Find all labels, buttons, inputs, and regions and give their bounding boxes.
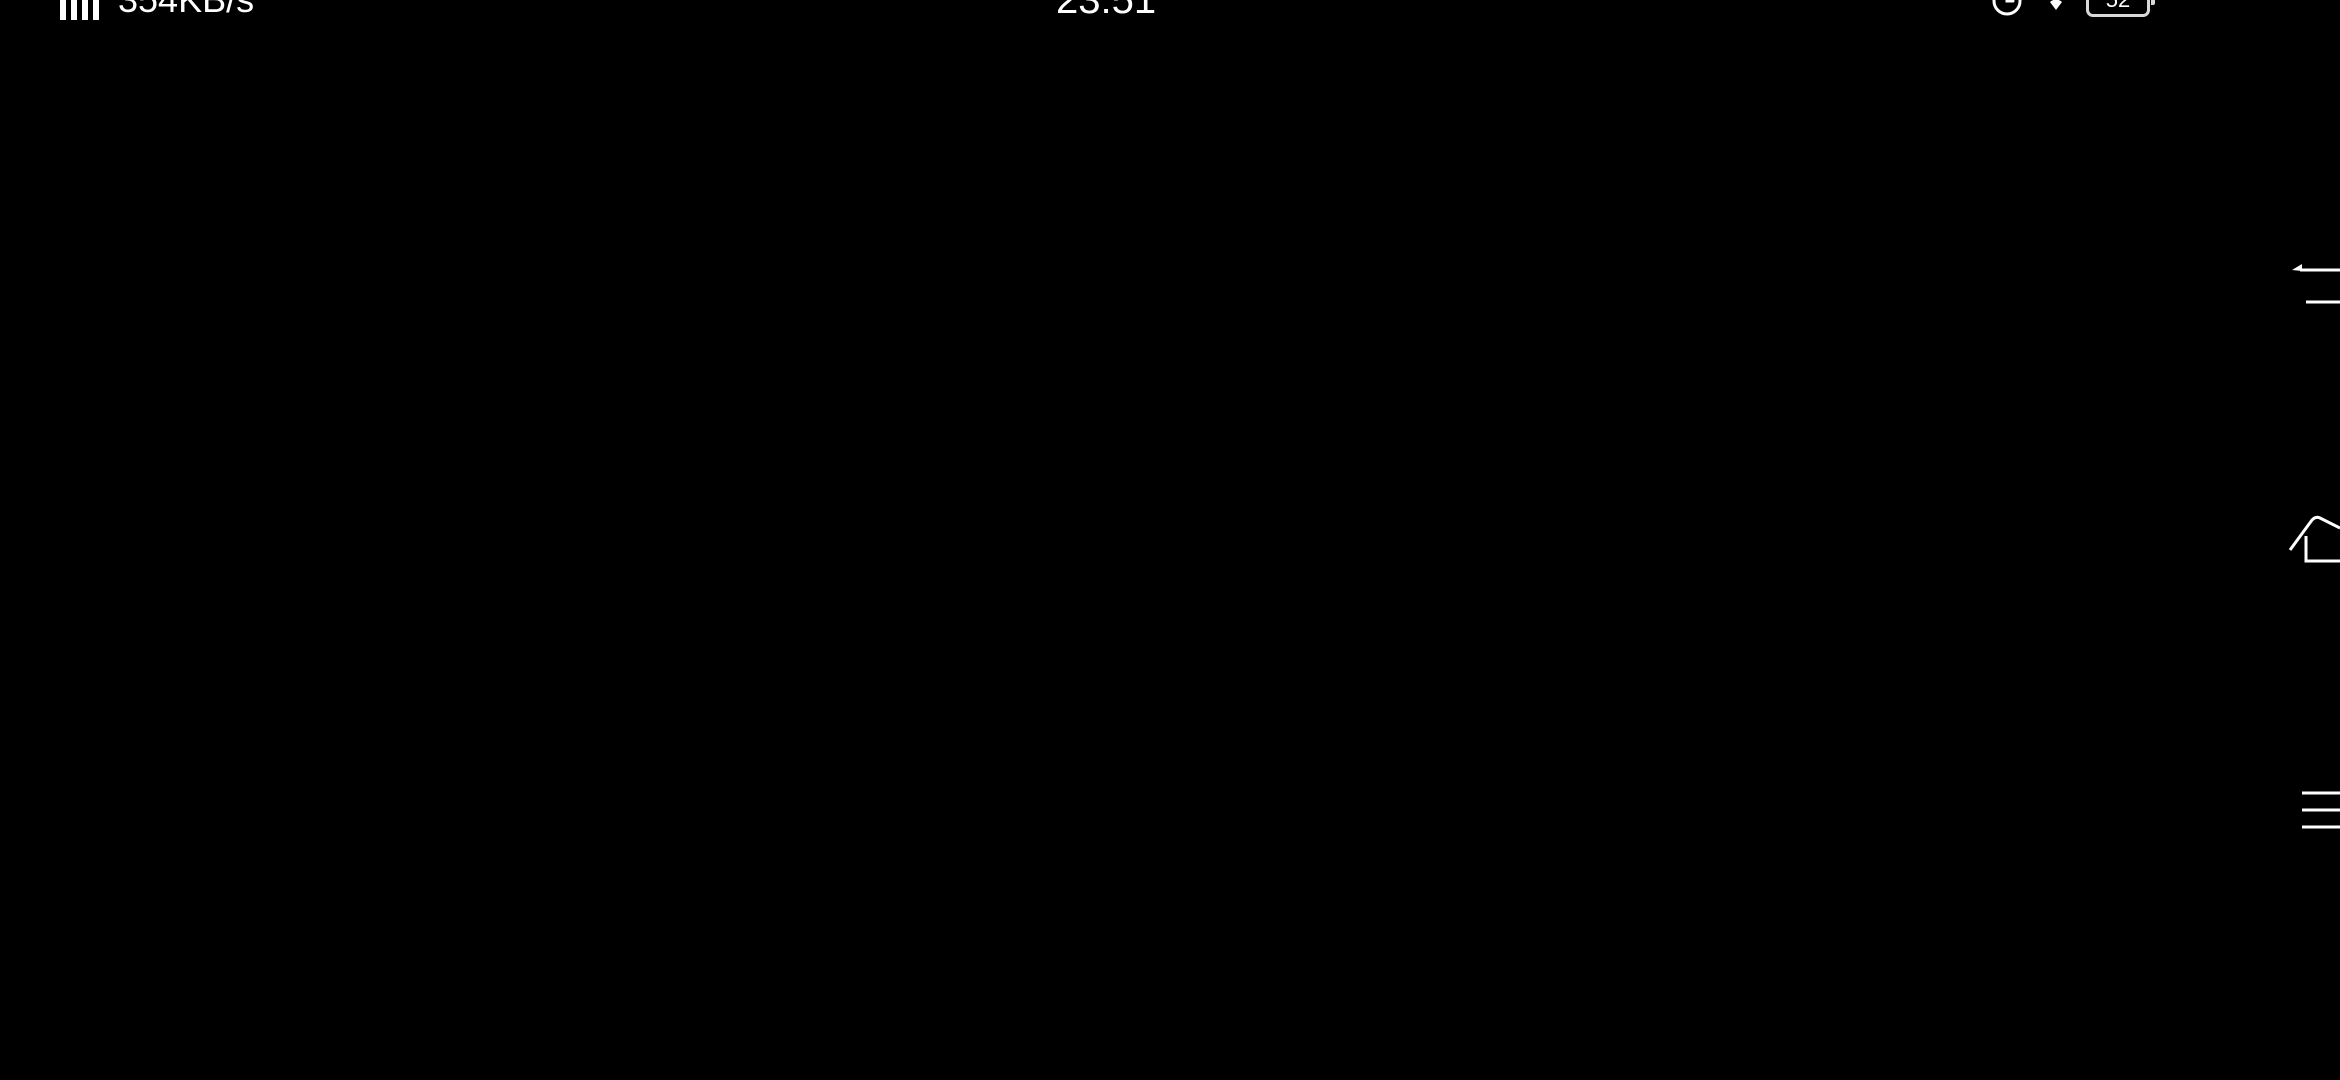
status-right-group: 52 xyxy=(1990,0,2155,22)
menu-icon xyxy=(2302,791,2340,829)
back-arrow-icon xyxy=(2292,264,2340,304)
back-button[interactable] xyxy=(2260,244,2340,324)
status-time: 23:51 xyxy=(1056,0,1157,22)
home-button[interactable] xyxy=(2260,500,2340,580)
navigation-bar xyxy=(2260,0,2340,1080)
alarm-clock-icon xyxy=(1992,0,2022,16)
battery-level: 52 xyxy=(2106,0,2130,11)
battery-icon: 52 xyxy=(2086,0,2155,17)
screen: 354KB/s 23:51 52 xyxy=(0,0,2340,1080)
status-left-group: 354KB/s xyxy=(60,0,254,22)
menu-button[interactable] xyxy=(2260,770,2340,850)
home-icon xyxy=(2288,515,2340,563)
signal-bars-icon xyxy=(60,0,106,20)
network-speed: 354KB/s xyxy=(118,0,254,22)
wifi-icon xyxy=(2050,0,2062,10)
status-bar: 354KB/s 23:51 52 xyxy=(0,0,2340,22)
